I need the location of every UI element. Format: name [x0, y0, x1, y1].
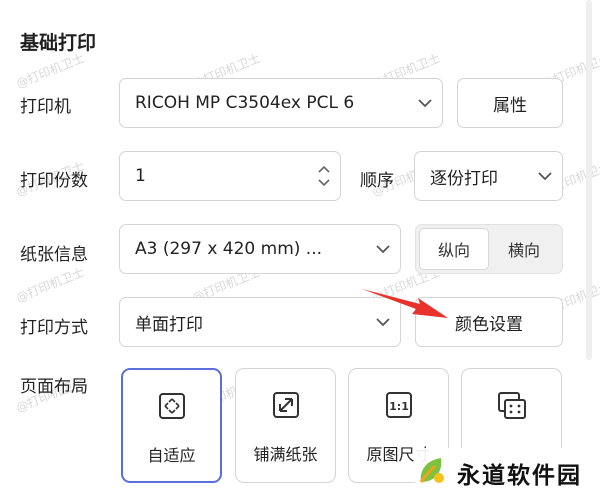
leaf-logo-icon [415, 454, 449, 492]
scrollbar[interactable] [585, 0, 594, 497]
scrollbar-thumb[interactable] [586, 0, 592, 360]
annotation-arrow-icon [362, 289, 448, 318]
site-logo-text: 永道软件园 [457, 461, 582, 489]
site-logo-badge: 永道软件园 [415, 448, 600, 497]
